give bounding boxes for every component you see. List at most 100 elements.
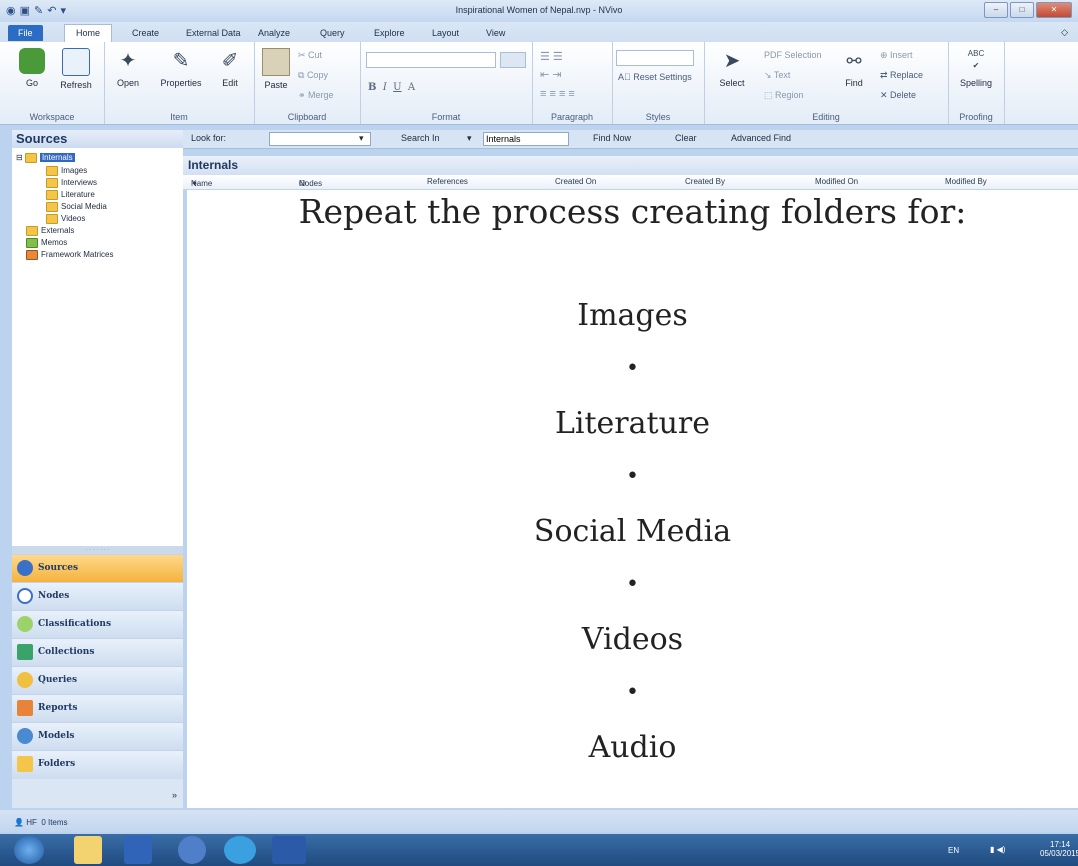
go-button[interactable]: Go <box>14 48 50 88</box>
search-in-dropdown-icon[interactable]: ▾ <box>467 133 472 144</box>
nav-reports-button[interactable]: Reports <box>12 694 183 723</box>
minimize-button[interactable]: – <box>984 2 1008 18</box>
user-icon: 👤 <box>14 818 27 827</box>
collapse-icon[interactable]: ⊟ <box>16 153 25 162</box>
tree-item-literature[interactable]: Literature <box>46 189 95 200</box>
word-icon[interactable] <box>272 836 306 864</box>
window-controls: – □ ✕ <box>984 2 1072 18</box>
look-for-input[interactable] <box>269 132 371 146</box>
tab-query[interactable]: Query <box>316 25 349 41</box>
start-button[interactable] <box>14 836 44 864</box>
slide-bullet: • <box>626 464 639 489</box>
text-button[interactable]: ↘ Text <box>764 70 790 81</box>
select-label: Select <box>719 78 745 88</box>
tab-create[interactable]: Create <box>128 25 163 41</box>
replace-button[interactable]: ⇄ Replace <box>880 70 923 81</box>
select-button[interactable]: ➤ Select <box>714 48 750 88</box>
tree-item-images[interactable]: Images <box>46 165 87 176</box>
underline-button[interactable]: U <box>393 82 401 93</box>
tree-item-interviews[interactable]: Interviews <box>46 177 97 188</box>
nav-queries-button[interactable]: Queries <box>12 666 183 695</box>
column-modified-on[interactable]: Modified On <box>815 177 858 186</box>
nav-button-label: Queries <box>38 675 78 685</box>
tab-layout[interactable]: Layout <box>428 25 463 41</box>
nav-sources-button[interactable]: Sources <box>12 554 183 583</box>
bold-button[interactable]: B <box>368 82 376 93</box>
tree-item-framework-matrices[interactable]: Framework Matrices <box>26 249 113 260</box>
font-color-button[interactable]: A <box>408 82 415 93</box>
abc-label: ABC <box>967 49 985 58</box>
italic-button[interactable]: I <box>383 82 387 93</box>
tree-item-social-media[interactable]: Social Media <box>46 201 107 212</box>
tab-file[interactable]: File <box>8 25 43 41</box>
nav-button-label: Collections <box>38 647 95 657</box>
properties-label: Properties <box>160 78 202 88</box>
nav-collections-button[interactable]: Collections <box>12 638 183 667</box>
spelling-button[interactable]: ABC ✔ Spelling <box>956 48 996 88</box>
configure-buttons-icon[interactable]: » <box>172 790 177 800</box>
language-indicator[interactable]: EN <box>948 846 959 855</box>
clipboard-group-label: Clipboard <box>287 112 327 122</box>
column-references[interactable]: References <box>427 177 468 186</box>
font-name-combo[interactable] <box>366 52 496 68</box>
maximize-button[interactable]: □ <box>1010 2 1034 18</box>
styles-combo[interactable] <box>616 50 694 66</box>
folder-icon <box>46 201 58 212</box>
find-button[interactable]: ⚯ Find <box>836 48 872 88</box>
refresh-button[interactable]: Refresh <box>58 48 94 90</box>
volume-icon[interactable]: ▮ ◀) <box>990 845 1005 854</box>
open-button[interactable]: ✦ Open <box>110 48 146 88</box>
tab-analyze[interactable]: Analyze <box>254 25 294 41</box>
region-button[interactable]: ⬚ Region <box>764 90 804 101</box>
advanced-find-button[interactable]: Advanced Find <box>731 133 791 143</box>
edit-button[interactable]: ✐ Edit <box>212 48 248 88</box>
copy-button[interactable]: ⧉ Copy <box>298 70 328 81</box>
edit-label: Edit <box>222 78 238 88</box>
search-scope-input[interactable] <box>483 132 569 146</box>
copy-icon: ⧉ <box>298 70 307 80</box>
look-for-dropdown-icon[interactable]: ▾ <box>359 133 364 144</box>
replace-icon: ⇄ <box>880 70 891 80</box>
align-icon[interactable]: ≡ ≡ ≡ ≡ <box>540 88 575 100</box>
clock[interactable]: 17:14 05/03/2015 <box>1040 840 1078 858</box>
list-bullets-icon[interactable]: ☰ ☰ <box>540 50 563 63</box>
reset-settings-button[interactable]: A⃝ Reset Settings <box>618 72 692 82</box>
tab-external-data[interactable]: External Data <box>182 25 245 41</box>
find-now-button[interactable]: Find Now <box>593 133 631 143</box>
help-icon[interactable]: ◇ <box>1061 27 1068 38</box>
tab-explore[interactable]: Explore <box>370 25 409 41</box>
tree-item-externals[interactable]: Externals <box>26 225 74 236</box>
indent-icon[interactable]: ⇤ ⇥ <box>540 68 562 81</box>
tree-label: Social Media <box>61 202 107 211</box>
tree-item-memos[interactable]: Memos <box>26 237 67 248</box>
column-created-on[interactable]: Created On <box>555 177 596 186</box>
media-player-icon[interactable] <box>124 836 152 864</box>
nvivo-taskbar-icon[interactable] <box>178 836 206 864</box>
search-in-button[interactable]: Search In <box>401 133 440 143</box>
tab-view[interactable]: View <box>482 25 509 41</box>
folder-icon <box>46 213 58 224</box>
nav-folders-button[interactable]: Folders <box>12 750 183 779</box>
pdf-selection-button[interactable]: PDF Selection <box>764 50 822 60</box>
nav-nodes-button[interactable]: Nodes <box>12 582 183 611</box>
internet-explorer-icon[interactable] <box>224 836 256 864</box>
paste-button[interactable]: Paste <box>258 48 294 90</box>
font-size-combo[interactable] <box>500 52 526 68</box>
tree-item-videos[interactable]: Videos <box>46 213 85 224</box>
file-explorer-icon[interactable] <box>74 836 102 864</box>
nav-classifications-button[interactable]: Classifications <box>12 610 183 639</box>
clear-button[interactable]: Clear <box>675 133 697 143</box>
title-bar: ◉ ▣ ✎ ↶ ▾ Inspirational Women of Nepal.n… <box>0 0 1078 23</box>
delete-button[interactable]: ✕ Delete <box>880 90 916 101</box>
properties-button[interactable]: ✎ Properties <box>158 48 204 88</box>
cut-button[interactable]: ✂ Cut <box>298 50 322 61</box>
splitter-handle[interactable]: · · · · · · · <box>12 546 183 554</box>
column-created-by[interactable]: Created By <box>685 177 725 186</box>
merge-button[interactable]: ⚭ Merge <box>298 90 334 101</box>
column-modified-by[interactable]: Modified By <box>945 177 987 186</box>
tree-item-internals[interactable]: ⊟ Internals <box>16 152 75 163</box>
close-button[interactable]: ✕ <box>1036 2 1072 18</box>
insert-button[interactable]: ⊕ Insert <box>880 50 913 61</box>
tab-home[interactable]: Home <box>64 24 113 43</box>
nav-models-button[interactable]: Models <box>12 722 183 751</box>
